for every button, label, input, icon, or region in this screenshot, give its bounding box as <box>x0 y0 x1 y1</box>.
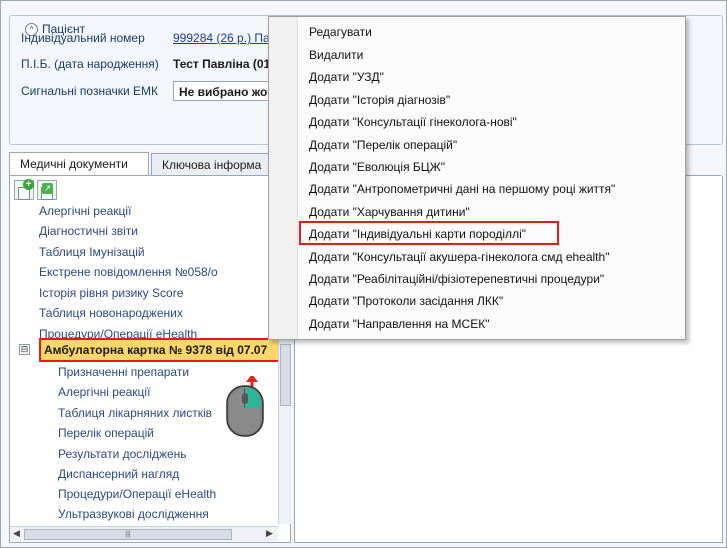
tree-item[interactable]: Таблиця новонароджених <box>39 303 183 323</box>
menu-item-add-child-nutrition[interactable]: Додати "Харчування дитини" <box>309 201 470 223</box>
vertical-scroll-thumb[interactable] <box>280 344 291 406</box>
tab-key-information[interactable]: Ключова інформа <box>151 153 276 175</box>
menu-item-add-rehabilitation-procedures[interactable]: Додати "Реабілітаційні/фізіотерепевтичні… <box>309 268 604 290</box>
scroll-left-arrow-icon[interactable]: ◀ <box>13 528 20 539</box>
tree-item[interactable]: Таблиця Імунізацій <box>39 242 145 262</box>
patient-full-name: Тест Павліна (01 <box>173 57 271 71</box>
root-highlight-box <box>39 338 278 362</box>
context-menu: Редагувати Видалити Додати "УЗД" Додати … <box>268 16 686 340</box>
tree-child-item[interactable]: Диспансерний нагляд <box>58 464 179 484</box>
menu-item-add-anthropometric-data[interactable]: Додати "Антропометричні дані на першому … <box>309 178 615 200</box>
menu-item-add-gynecologist-consultations[interactable]: Додати "Консультації гінеколога-нові" <box>309 111 517 133</box>
export-document-button[interactable]: ↗ <box>37 180 57 200</box>
export-document-icon: ↗ <box>42 183 53 194</box>
documents-toolbar: + ↗ <box>14 179 57 202</box>
field-label-full-name: П.І.Б. (дата народження) <box>21 57 159 71</box>
menu-item-add-bcg-evolution[interactable]: Додати "Еволюція БЦЖ" <box>309 156 445 178</box>
field-label-individual-number: Індивідуальний номер <box>21 31 145 45</box>
menu-item-delete[interactable]: Видалити <box>309 44 363 66</box>
tree-child-item[interactable]: Таблиця лікарняних листків <box>58 403 212 423</box>
horizontal-scroll-thumb[interactable]: ||| <box>24 529 232 540</box>
menu-item-edit[interactable]: Редагувати <box>309 21 372 43</box>
tree-child-item[interactable]: Ультразвукові дослідження <box>58 504 209 524</box>
tree-item[interactable]: Історія рівня ризику Score <box>39 283 183 303</box>
tree-item[interactable]: Алергічні реакції <box>39 204 131 221</box>
individual-number-link[interactable]: 999284 (26 р.) Па <box>173 31 270 45</box>
menu-icon-gutter <box>269 17 298 339</box>
signal-marks-combobox[interactable]: Не вибрано жо <box>173 81 283 101</box>
tree-child-item[interactable]: Перелік операцій <box>58 423 154 443</box>
field-label-signal-marks: Сигнальні позначки ЕМК <box>21 84 159 98</box>
collapse-tree-icon[interactable]: ⊟ <box>19 344 30 355</box>
add-document-icon: + <box>23 179 34 190</box>
tree-item[interactable]: Екстрене повідомлення №058/о <box>39 262 218 282</box>
app-window: ^ Пацієнт Індивідуальний номер 999284 (2… <box>0 0 727 548</box>
menu-item-add-diagnosis-history[interactable]: Додати "Історія діагнозів" <box>309 89 450 111</box>
documents-panel: + ↗ Алергічні реакції Діагностичні звіти… <box>9 176 291 543</box>
menu-item-add-lkk-protocols[interactable]: Додати "Протоколи засідання ЛКК" <box>309 290 503 312</box>
tree-child-item[interactable]: Результати досліджень <box>58 444 187 464</box>
tree-child-item[interactable]: Алергічні реакції <box>58 382 150 402</box>
tree-horizontal-scrollbar[interactable]: ◀ ||| ▶ <box>10 526 278 541</box>
mouse-right-click-icon <box>226 376 264 437</box>
tab-medical-documents[interactable]: Медичні документи <box>9 152 149 176</box>
menu-item-add-obstetrician-consultations[interactable]: Додати "Консультації акушера-гінеколога … <box>309 246 609 268</box>
add-document-button[interactable]: + <box>14 179 34 200</box>
tree-child-item[interactable]: Призначенні препарати <box>58 362 189 382</box>
tree-child-item[interactable]: Процедури/Операції eHealth <box>58 484 216 504</box>
menu-highlight-box <box>299 221 559 245</box>
documents-tree: Алергічні реакції Діагностичні звіти Таб… <box>10 204 278 524</box>
menu-item-add-ultrasound[interactable]: Додати "УЗД" <box>309 66 384 88</box>
menu-item-add-operations-list[interactable]: Додати "Перелік операцій" <box>309 134 457 156</box>
scroll-right-arrow-icon[interactable]: ▶ <box>266 528 273 539</box>
menu-item-add-msek-referral[interactable]: Додати "Направлення на МСЕК" <box>309 313 489 335</box>
tree-item[interactable]: Діагностичні звіти <box>39 221 138 241</box>
